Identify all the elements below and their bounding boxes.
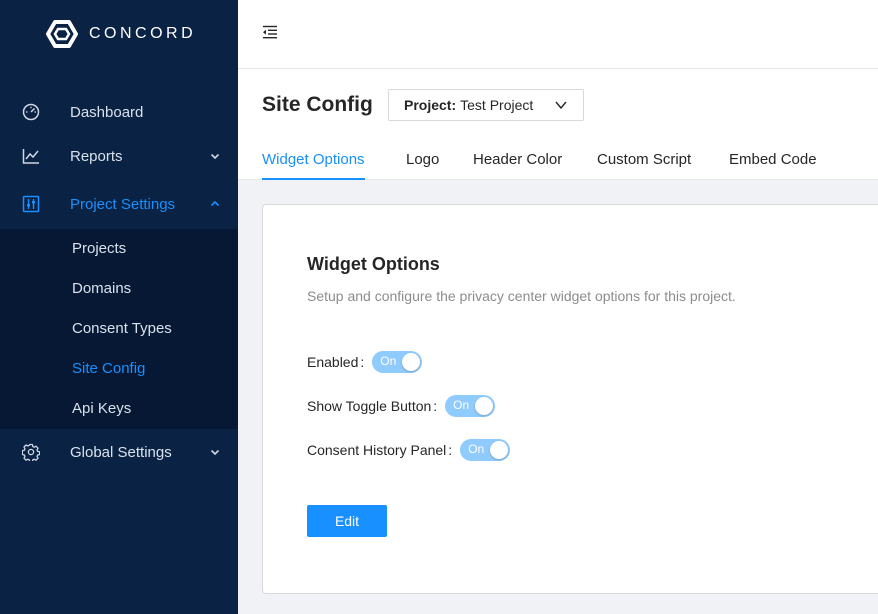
sliders-icon bbox=[22, 195, 40, 213]
consent-history-panel-switch[interactable]: On bbox=[460, 439, 511, 461]
sidebar-item-reports[interactable]: Reports bbox=[0, 134, 238, 178]
option-label: Enabled bbox=[307, 354, 359, 370]
sidebar-item-global-settings[interactable]: Global Settings bbox=[0, 430, 238, 474]
tab-widget-options[interactable]: Widget Options bbox=[262, 151, 365, 180]
tab-logo[interactable]: Logo bbox=[406, 151, 439, 180]
concord-logo-icon bbox=[46, 20, 78, 48]
sidebar-subitem-consent-types[interactable]: Consent Types bbox=[72, 320, 172, 337]
page-header: Site Config Project: Test Project Widget… bbox=[238, 69, 878, 180]
switch-knob bbox=[490, 441, 509, 459]
chevron-down-icon bbox=[210, 449, 220, 456]
enabled-switch[interactable]: On bbox=[372, 351, 423, 373]
widget-options-card: Widget Options Setup and configure the p… bbox=[262, 204, 878, 594]
page-title: Site Config bbox=[262, 93, 373, 116]
option-consent-history-panel: Consent History Panel : On bbox=[307, 438, 511, 462]
option-label: Consent History Panel bbox=[307, 442, 447, 458]
tab-custom-script[interactable]: Custom Script bbox=[597, 151, 691, 180]
sidebar-item-dashboard[interactable]: Dashboard bbox=[0, 90, 238, 134]
option-enabled: Enabled : On bbox=[307, 350, 423, 374]
switch-state: On bbox=[380, 354, 397, 368]
project-select[interactable]: Project: Test Project bbox=[388, 89, 584, 121]
sidebar-item-label: Reports bbox=[70, 147, 123, 165]
sidebar-subitem-projects[interactable]: Projects bbox=[72, 240, 126, 257]
top-bar bbox=[238, 0, 878, 69]
option-colon: : bbox=[448, 442, 453, 458]
switch-knob bbox=[402, 353, 421, 371]
tab-embed-code[interactable]: Embed Code bbox=[729, 151, 817, 180]
sidebar: CONCORD Dashboard Reports Project Settin… bbox=[0, 0, 238, 614]
project-select-value: Test Project bbox=[460, 97, 534, 113]
brand-name: CONCORD bbox=[89, 25, 197, 42]
tab-header-color[interactable]: Header Color bbox=[473, 151, 562, 180]
sidebar-item-label: Dashboard bbox=[70, 103, 144, 121]
edit-button[interactable]: Edit bbox=[307, 505, 387, 537]
brand-logo[interactable]: CONCORD bbox=[46, 20, 196, 48]
show-toggle-button-switch[interactable]: On bbox=[445, 395, 496, 417]
gear-icon bbox=[22, 443, 40, 461]
chevron-down-icon bbox=[210, 153, 220, 160]
switch-knob bbox=[475, 397, 494, 415]
sidebar-item-label: Project Settings bbox=[70, 195, 176, 213]
option-show-toggle-button: Show Toggle Button : On bbox=[307, 394, 496, 418]
option-label: Show Toggle Button bbox=[307, 398, 432, 414]
sidebar-subitem-site-config[interactable]: Site Config bbox=[72, 360, 145, 377]
switch-state: On bbox=[453, 398, 470, 412]
sidebar-subitem-domains[interactable]: Domains bbox=[72, 280, 131, 297]
option-colon: : bbox=[433, 398, 438, 414]
card-title: Widget Options bbox=[307, 254, 440, 274]
project-select-label: Project: bbox=[404, 97, 457, 113]
chevron-down-icon bbox=[555, 101, 567, 110]
line-chart-icon bbox=[22, 149, 39, 164]
menu-fold-icon[interactable] bbox=[262, 25, 278, 39]
card-description: Setup and configure the privacy center w… bbox=[307, 288, 736, 304]
sidebar-subitem-api-keys[interactable]: Api Keys bbox=[72, 400, 131, 417]
switch-state: On bbox=[468, 442, 485, 456]
option-colon: : bbox=[360, 354, 365, 370]
chevron-up-icon bbox=[210, 200, 220, 207]
sidebar-item-project-settings[interactable]: Project Settings bbox=[0, 182, 238, 226]
sidebar-item-label: Global Settings bbox=[70, 443, 172, 461]
project-settings-submenu: Projects Domains Consent Types Site Conf… bbox=[0, 229, 238, 429]
dashboard-icon bbox=[22, 103, 40, 121]
